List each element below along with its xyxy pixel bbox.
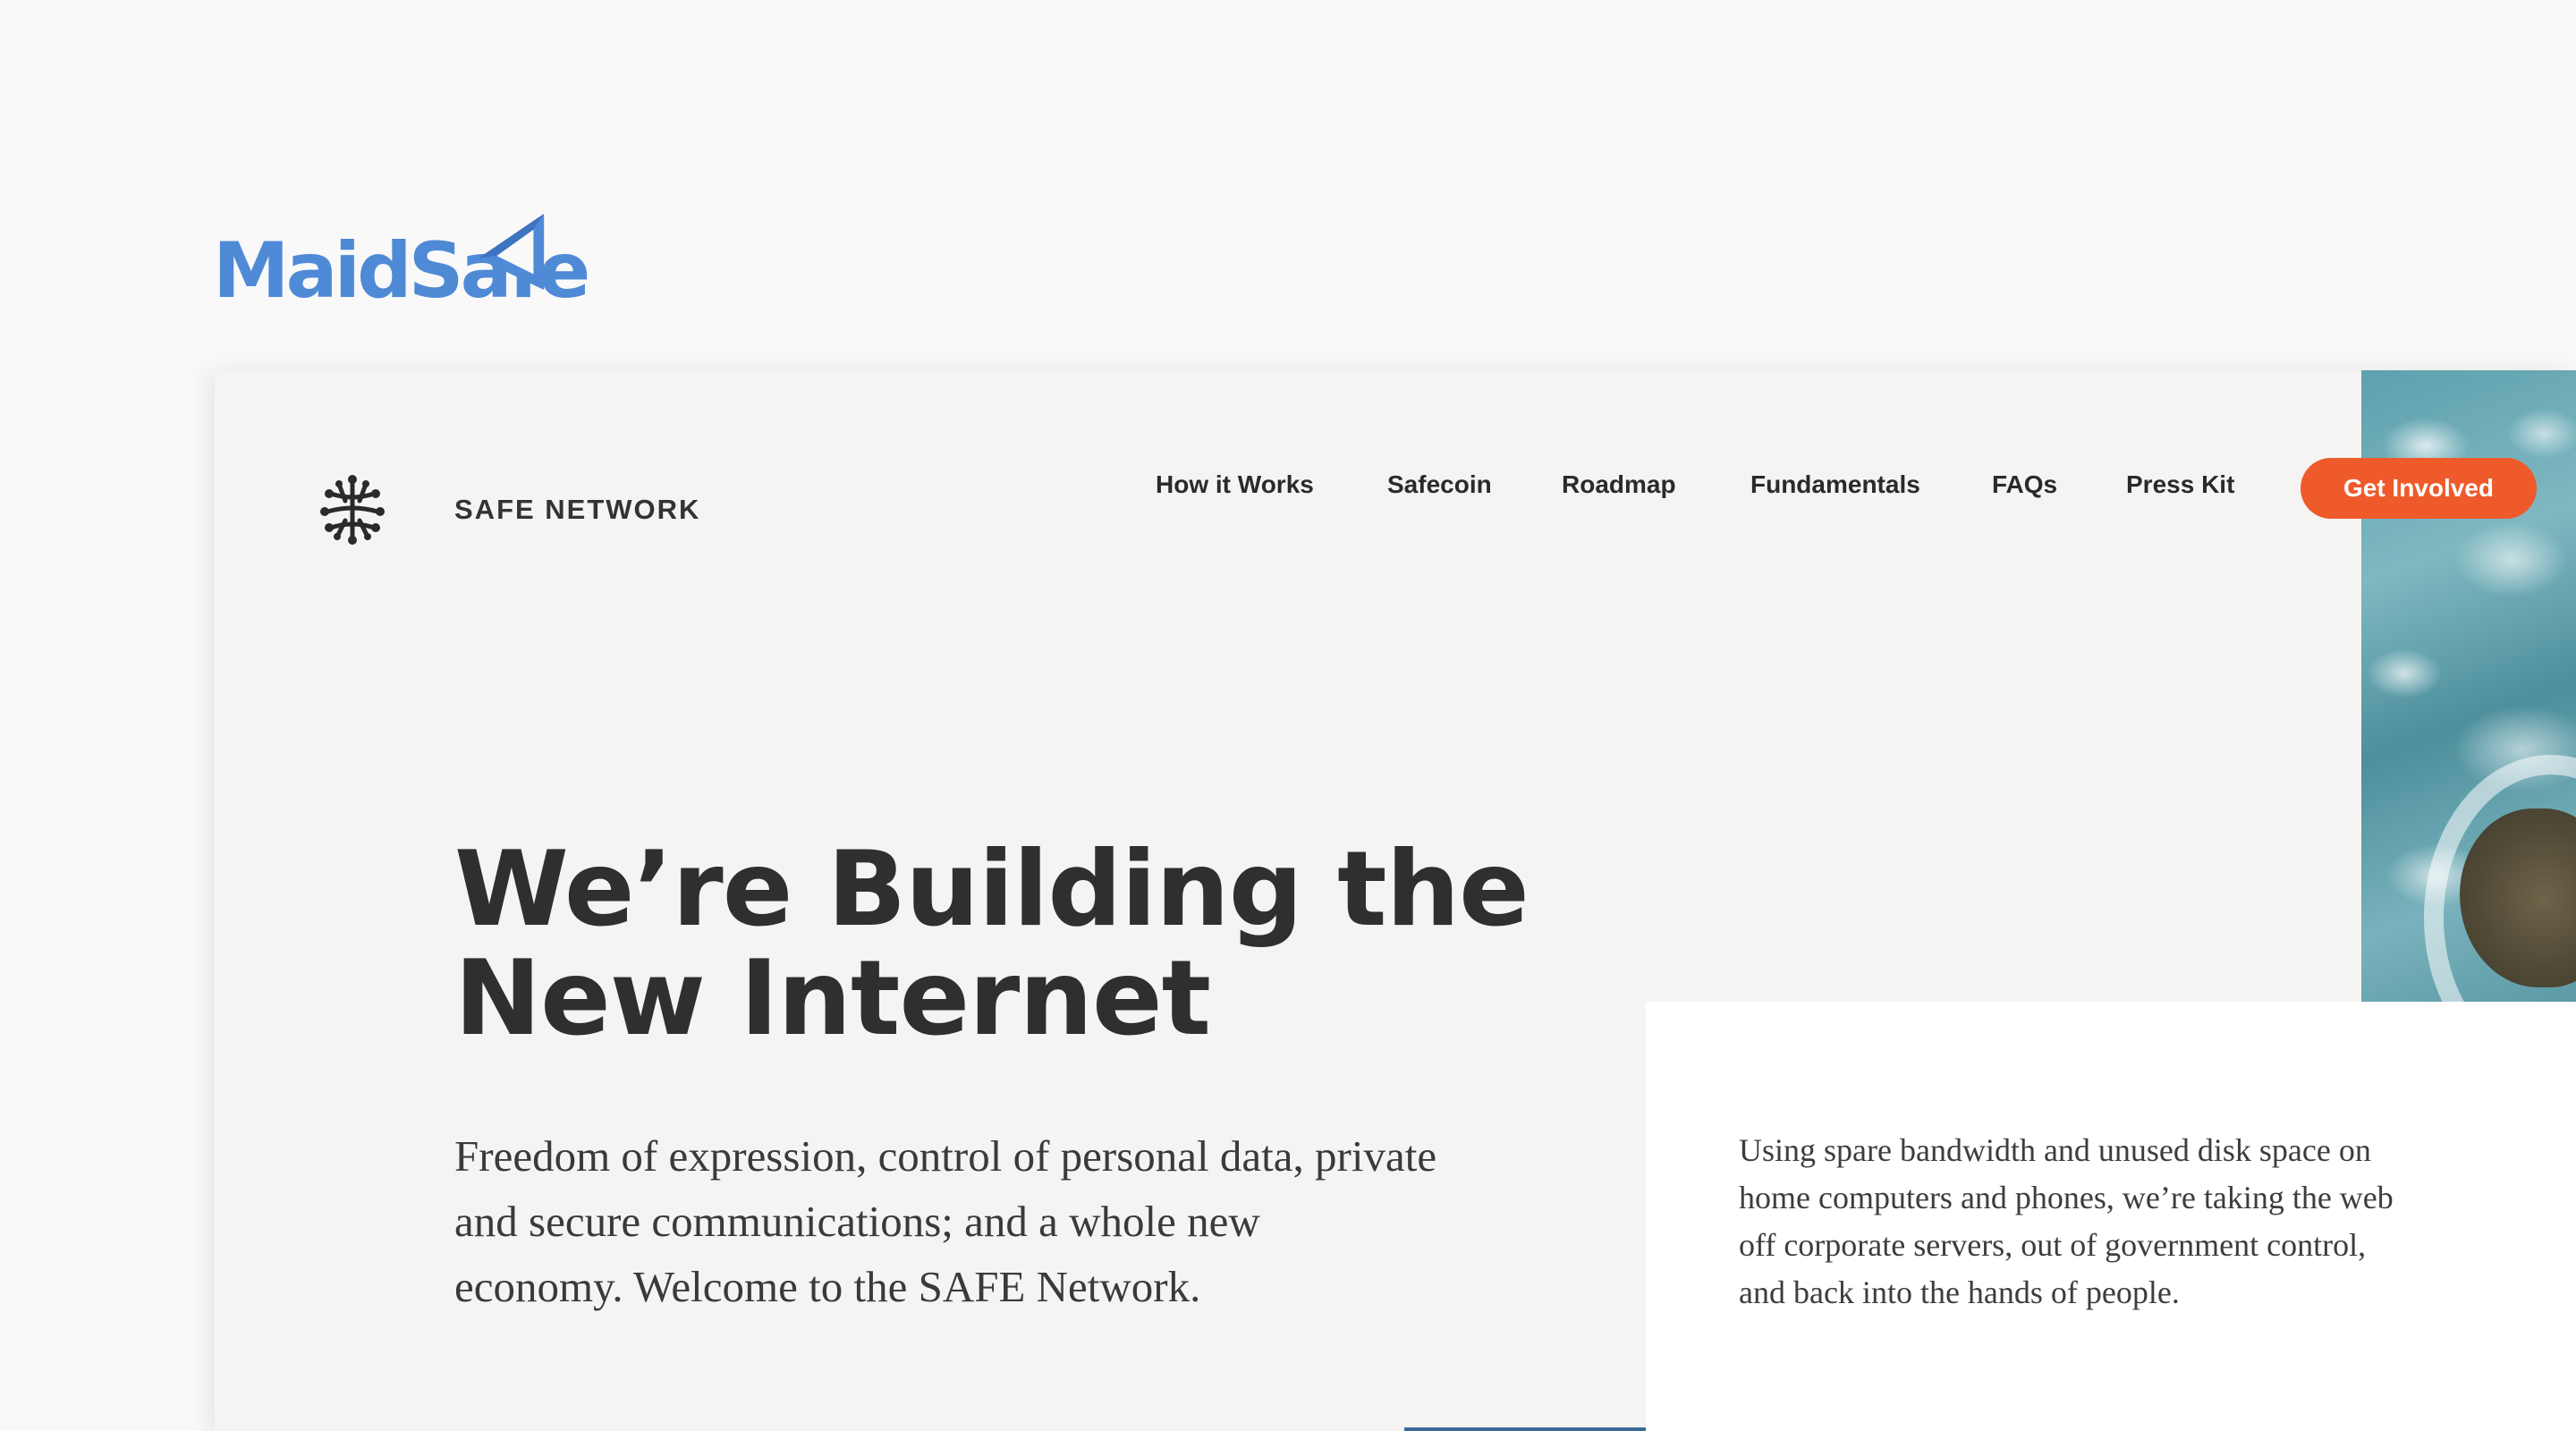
hero-title-line2: New Internet [454, 938, 1211, 1059]
hero-title-line1: We’re Building the [454, 829, 1530, 950]
nav-roadmap[interactable]: Roadmap [1562, 470, 1676, 499]
maidsafe-triangle-icon [478, 213, 545, 291]
image-edge-strip [1404, 1427, 1646, 1431]
get-involved-button[interactable]: Get Involved [2301, 458, 2537, 519]
main-nav: How it Works Safecoin Roadmap Fundamenta… [215, 470, 2576, 503]
info-panel-text: Using spare bandwidth and unused disk sp… [1739, 1132, 2394, 1310]
nav-safecoin[interactable]: Safecoin [1387, 470, 1492, 499]
nav-faqs[interactable]: FAQs [1992, 470, 2057, 499]
hero-subtitle: Freedom of expression, control of person… [454, 1131, 1437, 1311]
hero-title: We’re Building the New Internet [454, 835, 1617, 1054]
nav-press-kit[interactable]: Press Kit [2126, 470, 2234, 499]
nav-fundamentals[interactable]: Fundamentals [1750, 470, 1920, 499]
info-panel: Using spare bandwidth and unused disk sp… [1646, 1002, 2576, 1431]
nav-how-it-works[interactable]: How it Works [1156, 470, 1314, 499]
